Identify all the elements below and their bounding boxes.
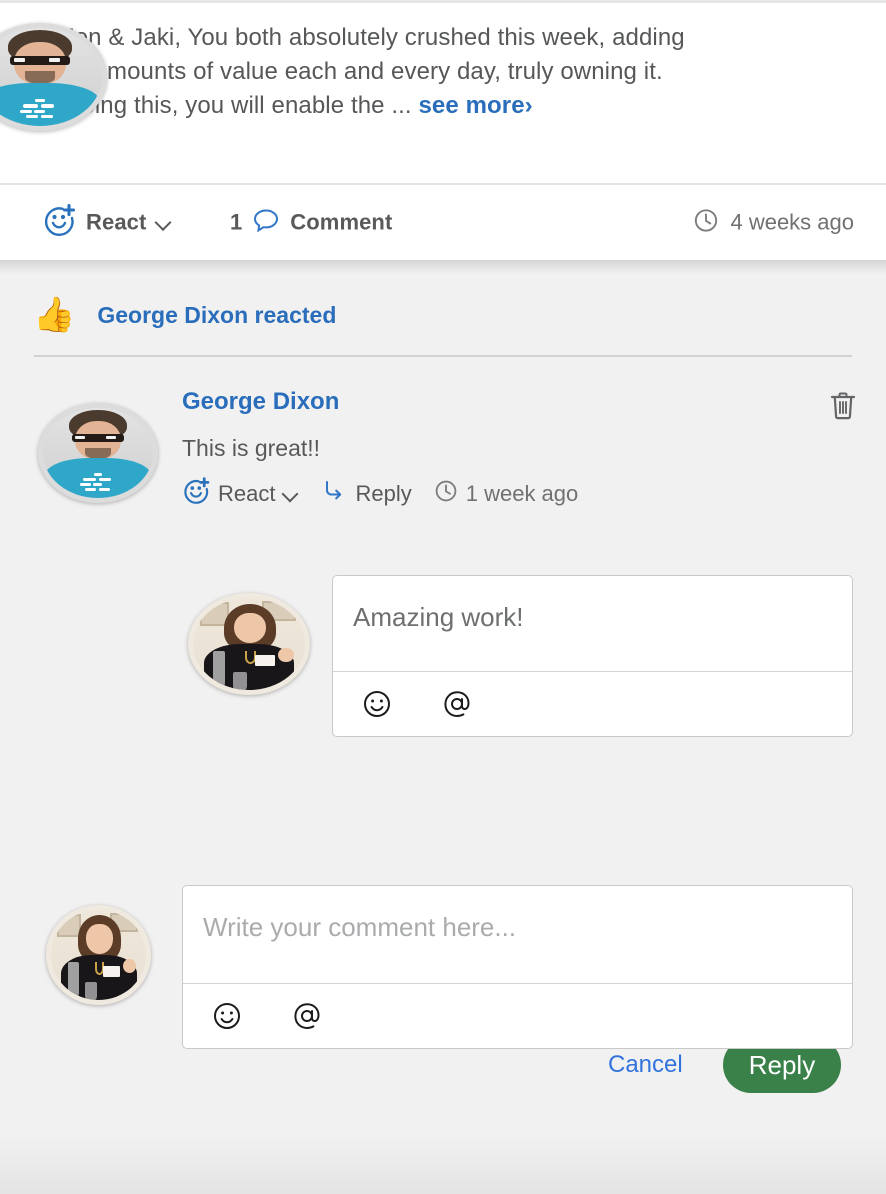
comment-count: 1 (230, 209, 243, 235)
reply-input-value[interactable]: Amazing work! (333, 576, 852, 633)
comment-editor-toolbar (183, 983, 852, 1048)
comment-react-button[interactable]: React (182, 477, 299, 510)
post-timestamp: 4 weeks ago (693, 207, 854, 238)
comment-timestamp-text: 1 week ago (465, 480, 579, 506)
react-button[interactable]: React (42, 203, 172, 242)
reply-cancel-button[interactable]: Cancel (608, 1051, 683, 1079)
post-message: Hi Jen & Jaki, You both absolutely crush… (33, 21, 693, 123)
post-timestamp-text: 4 weeks ago (730, 209, 854, 235)
reply-composer: Amazing work! (0, 575, 886, 737)
comment-body: This is great!! (182, 435, 321, 461)
comment-actions: React Reply 1 week ago (182, 477, 842, 510)
trash-icon (830, 392, 856, 425)
chevron-down-icon (283, 486, 299, 502)
at-mention-icon[interactable] (292, 1001, 322, 1031)
see-more-chevron-icon: › (524, 92, 533, 119)
clock-icon (434, 479, 458, 508)
feed-post-detail: Hi Jen & Jaki, You both absolutely crush… (0, 0, 886, 1194)
react-button-label: React (86, 209, 147, 235)
comment-composer-avatar[interactable] (46, 905, 151, 1005)
comment-content: George Dixon This is great!! React Reply… (182, 385, 842, 510)
smiley-plus-icon (42, 203, 76, 242)
clock-icon (693, 207, 719, 238)
reply-arrow-icon (321, 478, 347, 509)
comment-count-button[interactable]: 1 Comment (230, 205, 392, 240)
smiley-outline-icon[interactable] (362, 689, 392, 719)
post-action-bar: React 1 Comment 4 weeks ago (0, 183, 886, 260)
comment-input-box[interactable]: Write your comment here... (182, 885, 853, 1049)
speech-bubble-icon (251, 205, 281, 240)
chevron-down-icon (156, 215, 172, 231)
reply-composer-avatar[interactable] (188, 593, 310, 695)
comment-reply-label: Reply (355, 480, 412, 506)
reply-input-box[interactable]: Amazing work! (332, 575, 853, 737)
post-author-avatar[interactable] (0, 23, 107, 131)
comment-reply-button[interactable]: Reply (321, 478, 412, 509)
smiley-outline-icon[interactable] (212, 1001, 242, 1031)
reply-editor-toolbar (333, 671, 852, 736)
reacted-by-label[interactable]: George Dixon reacted (97, 302, 336, 329)
comments-section: 👍 George Dixon reacted George Dixon This… (0, 260, 886, 1194)
comment-timestamp: 1 week ago (434, 479, 579, 508)
comment-input-placeholder[interactable]: Write your comment here... (183, 886, 852, 943)
comment-author-avatar[interactable] (38, 403, 158, 503)
see-more-label: see more (418, 92, 525, 119)
at-mention-icon[interactable] (442, 689, 472, 719)
smiley-plus-icon (182, 477, 210, 510)
post-body: Hi Jen & Jaki, You both absolutely crush… (33, 21, 693, 123)
comment-react-label: React (218, 480, 276, 506)
reaction-divider (34, 355, 852, 357)
thumbs-up-emoji: 👍 (33, 296, 76, 334)
see-more-link[interactable]: see more› (418, 92, 532, 119)
reaction-summary[interactable]: 👍 George Dixon reacted (33, 298, 336, 332)
comment-button-label: Comment (290, 209, 393, 235)
post-message-text: Hi Jen & Jaki, You both absolutely crush… (33, 24, 685, 119)
delete-comment-button[interactable] (830, 391, 856, 426)
comment-author-name[interactable]: George Dixon (182, 385, 842, 419)
